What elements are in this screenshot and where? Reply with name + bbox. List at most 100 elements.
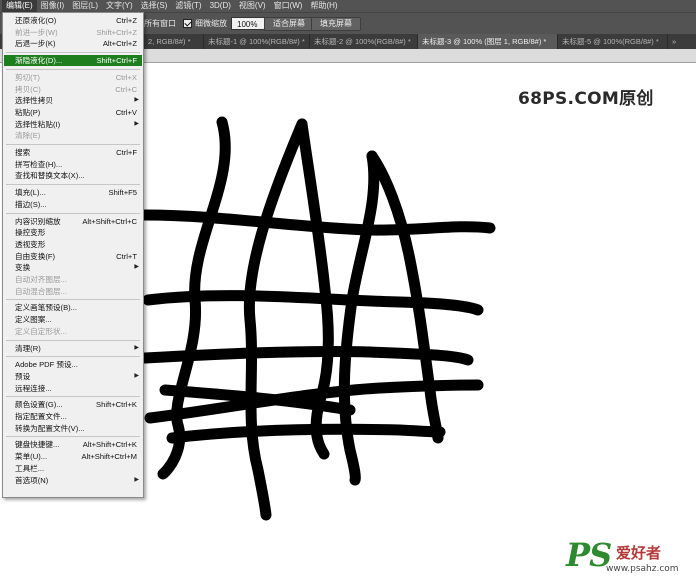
document-tab[interactable]: 未标题-2 @ 100%(RGB/8#) * <box>310 34 418 49</box>
menu-item-label: 操控变形 <box>15 228 46 238</box>
tab-overflow-icon[interactable]: » <box>668 34 696 49</box>
menu-item[interactable]: 选择性拷贝 ▶ <box>4 95 142 106</box>
menu-item-shortcut: Alt+Shift+Ctrl+C <box>82 216 137 226</box>
tab-title: 未标题-1 @ 100%(RGB/8#) * <box>208 37 305 46</box>
menubar-item[interactable]: 选择(S) <box>137 0 172 12</box>
menu-item[interactable]: 前进一步(W) Shift+Ctrl+Z <box>4 27 142 38</box>
document-tab-active[interactable]: 未标题-3 @ 100% (图层 1, RGB/8#) * <box>418 34 558 49</box>
grid-stroke-horizontal <box>166 423 446 444</box>
menu-item-label: 工具栏... <box>15 463 45 473</box>
submenu-arrow-icon: ▶ <box>134 476 139 483</box>
menubar-item[interactable]: 滤镜(T) <box>171 0 205 12</box>
menu-item-label: 定义图案... <box>15 315 52 325</box>
menu-item[interactable]: 颜色设置(G)... Shift+Ctrl+K <box>4 399 142 410</box>
menu-item[interactable]: 填充(L)... Shift+F5 <box>4 187 142 198</box>
menu-item-shortcut: Ctrl+X <box>115 72 137 82</box>
fit-screen-button[interactable]: 适合屏幕 <box>264 17 314 31</box>
document-tab[interactable]: 未标题-1 @ 100%(RGB/8#) * <box>204 34 310 49</box>
menu-item-shortcut: Alt+Shift+Ctrl+M <box>81 452 138 462</box>
menubar-item[interactable]: 帮助(H) <box>306 0 341 12</box>
menu-item-label: 剪切(T) <box>15 72 40 82</box>
menu-separator <box>6 396 140 398</box>
menu-item[interactable]: 预设 ▶ <box>4 371 142 382</box>
menu-item[interactable]: 内容识别缩放 Alt+Shift+Ctrl+C <box>4 216 142 227</box>
menu-item[interactable]: 剪切(T) Ctrl+X <box>4 72 142 83</box>
menu-item[interactable]: 清除(E) <box>4 130 142 141</box>
menubar-item[interactable]: 窗口(W) <box>270 0 307 12</box>
tab-title: 未标题-3 @ 100% (图层 1, RGB/8#) * <box>422 37 547 46</box>
all-windows-label: 所有窗口 <box>144 19 176 28</box>
menu-item-label: 拷贝(C) <box>15 84 41 94</box>
menu-item[interactable]: 指定配置文件... <box>4 411 142 422</box>
menu-item-label: 查找和替换文本(X)... <box>15 171 85 181</box>
menu-item-shortcut: Shift+Ctrl+Z <box>96 27 137 37</box>
menu-item-label: 预设 <box>15 371 31 381</box>
menubar-item[interactable]: 图像(I) <box>37 0 69 12</box>
menu-item-label: 搜索 <box>15 148 31 157</box>
menu-item-shortcut: Ctrl+F <box>116 148 137 157</box>
menu-item[interactable]: 首选项(N) ▶ <box>4 475 142 486</box>
menu-item[interactable]: 拼写检查(H)... <box>4 159 142 170</box>
menu-item[interactable]: 定义画笔预设(B)... <box>4 302 142 313</box>
menubar-item[interactable]: 图层(L) <box>68 0 102 12</box>
document-tab[interactable]: 2, RGB/8#) * <box>144 34 204 49</box>
zoom-field[interactable]: 100% <box>231 17 266 30</box>
menu-item-shortcut: Ctrl+V <box>115 107 137 117</box>
menu-item[interactable]: 远程连接... <box>4 383 142 394</box>
logo-chinese: 爱好者 <box>616 544 662 562</box>
menu-item-shortcut: Ctrl+T <box>116 251 137 261</box>
menu-item-label: 选择性粘贴(I) <box>15 119 61 129</box>
menu-item-label: 首选项(N) <box>15 475 49 485</box>
menu-item-shortcut: Shift+Ctrl+F <box>96 56 137 66</box>
menu-item-label: 粘贴(P) <box>15 107 41 117</box>
menu-separator <box>6 212 140 214</box>
menu-item[interactable]: 定义图案... <box>4 314 142 325</box>
menubar-item[interactable]: 视图(V) <box>235 0 270 12</box>
site-logo: PS 爱好者 www.psahz.com <box>566 536 694 578</box>
menu-item[interactable]: 选择性粘贴(I) ▶ <box>4 119 142 130</box>
menu-item-label: 填充(L)... <box>15 188 46 198</box>
menubar-item[interactable]: 文字(Y) <box>102 0 137 12</box>
menu-item[interactable]: Adobe PDF 预设... <box>4 359 142 370</box>
menu-item[interactable]: 自由变换(F) Ctrl+T <box>4 251 142 262</box>
menubar-item[interactable]: 3D(D) <box>206 0 235 12</box>
menu-item[interactable]: 操控变形 <box>4 227 142 238</box>
menu-item-label: 还原液化(O) <box>15 16 57 25</box>
menu-item-label: 后退一步(K) <box>15 39 56 49</box>
menu-item[interactable]: 自动混合图层... <box>4 286 142 297</box>
menu-item[interactable]: 粘贴(P) Ctrl+V <box>4 107 142 118</box>
submenu-arrow-icon: ▶ <box>134 344 139 351</box>
fill-screen-button[interactable]: 填充屏幕 <box>311 17 361 31</box>
menu-item[interactable]: 渐隐液化(D)... Shift+Ctrl+F <box>4 55 142 67</box>
menu-item-shortcut: Ctrl+Z <box>116 16 137 25</box>
menu-item-label: 定义自定形状... <box>15 326 67 336</box>
menu-item[interactable]: 自动对齐图层... <box>4 274 142 285</box>
document-tab[interactable]: 未标题-5 @ 100%(RGB/8#) * <box>558 34 668 49</box>
menu-bar: 编辑(E) 图像(I) 图层(L) 文字(Y) 选择(S) 滤镜(T) 3D(D) 视图(V)… <box>0 0 696 12</box>
grid-stroke-vertical <box>243 118 308 521</box>
menu-item[interactable]: 拷贝(C) Ctrl+C <box>4 84 142 95</box>
menu-item[interactable]: 变换 ▶ <box>4 262 142 273</box>
menubar-item[interactable]: 编辑(E) <box>2 0 37 12</box>
logo-url: www.psahz.com <box>606 564 679 574</box>
menu-item-label: 菜单(U)... <box>15 452 48 462</box>
menu-item[interactable]: 菜单(U)... Alt+Shift+Ctrl+M <box>4 451 142 462</box>
menu-item[interactable]: 键盘快捷键... Alt+Shift+Ctrl+K <box>4 439 142 450</box>
menu-item[interactable]: 清理(R) ▶ <box>4 343 142 354</box>
menu-item[interactable]: 查找和替换文本(X)... <box>4 170 142 181</box>
menu-item[interactable]: 定义自定形状... <box>4 326 142 337</box>
menu-item[interactable]: 后退一步(K) Alt+Ctrl+Z <box>4 38 142 49</box>
menu-item[interactable]: 透视变形 <box>4 239 142 250</box>
menu-item[interactable]: 描边(S)... <box>4 199 142 210</box>
menu-separator <box>6 68 140 70</box>
scrubby-zoom-checkbox[interactable] <box>183 19 192 28</box>
tab-title: 未标题-5 @ 100%(RGB/8#) * <box>562 37 659 46</box>
menu-item[interactable]: 搜索 Ctrl+F <box>4 147 142 158</box>
menu-item[interactable]: 转换为配置文件(V)... <box>4 423 142 434</box>
menu-item-label: 变换 <box>15 263 31 273</box>
menu-item[interactable]: 工具栏... <box>4 463 142 474</box>
menu-item-label: 透视变形 <box>15 239 46 249</box>
submenu-arrow-icon: ▶ <box>134 264 139 271</box>
menu-item-label: 渐隐液化(D)... <box>15 56 63 66</box>
menu-item[interactable]: 还原液化(O) Ctrl+Z <box>4 15 142 26</box>
